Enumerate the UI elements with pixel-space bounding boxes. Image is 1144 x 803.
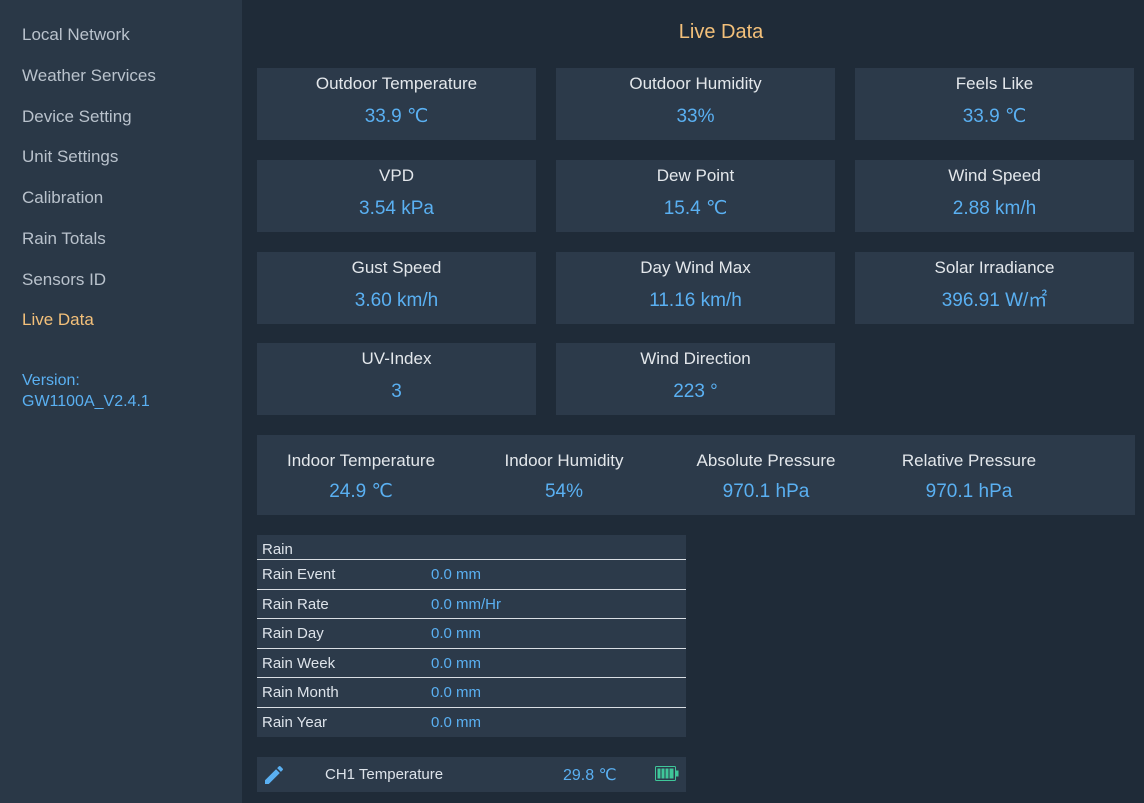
rain-row-label: Rain Year [262, 713, 328, 731]
rain-row-label: Rain Day [262, 625, 324, 642]
card-gust-speed: Gust Speed 3.60 km/h [257, 252, 536, 324]
card-feels-like: Feels Like 33.9 ℃ [855, 68, 1134, 140]
card-value: 2.88 km/h [952, 198, 1037, 219]
indoor-temperature: Indoor Temperature 24.9 ℃ [281, 435, 441, 515]
table-row: Rain Day 0.0 mm [257, 619, 686, 649]
indoor-value: 24.9 ℃ [329, 481, 393, 502]
rain-header-label: Rain [262, 541, 293, 558]
card-day-wind-max: Day Wind Max 11.16 km/h [556, 252, 835, 324]
sidebar: Local Network Weather Services Device Se… [0, 0, 242, 803]
card-value: 3.60 km/h [354, 290, 439, 311]
card-outdoor-temperature: Outdoor Temperature 33.9 ℃ [257, 68, 536, 140]
card-label: Day Wind Max [640, 258, 751, 277]
card-outdoor-humidity: Outdoor Humidity 33% [556, 68, 835, 140]
card-label: UV-Index [361, 349, 432, 368]
card-value: 3 [391, 381, 402, 402]
card-value: 3.54 kPa [359, 198, 434, 219]
card-label: Gust Speed [351, 258, 442, 277]
indoor-value: 54% [544, 481, 584, 502]
version-label: Version: [22, 372, 80, 389]
channel-sensor-row: CH1 Temperature 29.8 ℃ [257, 757, 686, 792]
sidebar-item-weather-services[interactable]: Weather Services [22, 66, 156, 86]
card-label: Wind Speed [948, 166, 1041, 185]
card-value: 33.9 ℃ [962, 106, 1027, 127]
sidebar-item-calibration[interactable]: Calibration [22, 188, 103, 208]
table-row: Rain Year 0.0 mm [257, 708, 686, 738]
sidebar-item-device-setting[interactable]: Device Setting [22, 107, 132, 127]
card-wind-direction: Wind Direction 223 ° [556, 343, 835, 415]
page-title: Live Data [678, 21, 764, 43]
card-uv-index: UV-Index 3 [257, 343, 536, 415]
sidebar-item-unit-settings[interactable]: Unit Settings [22, 147, 118, 167]
sidebar-item-sensors-id[interactable]: Sensors ID [22, 270, 106, 290]
rain-row-label: Rain Rate [262, 595, 329, 613]
indoor-value: 970.1 hPa [925, 481, 1013, 502]
indoor-label: Absolute Pressure [696, 451, 836, 470]
version-value: GW1100A_V2.4.1 [22, 393, 150, 410]
card-label: VPD [379, 166, 414, 185]
rain-row-value: 0.0 mm/Hr [431, 595, 502, 613]
indoor-panel: Indoor Temperature 24.9 ℃ Indoor Humidit… [257, 435, 1135, 515]
rain-table-header: Rain [257, 535, 686, 560]
card-label: Feels Like [955, 74, 1034, 93]
card-solar-irradiance: Solar Irradiance 396.91 W/㎡ [855, 252, 1134, 324]
card-value: 396.91 W/㎡ [941, 290, 1048, 311]
indoor-label: Relative Pressure [901, 451, 1037, 470]
channel-value: 29.8 ℃ [563, 767, 617, 784]
card-wind-speed: Wind Speed 2.88 km/h [855, 160, 1134, 232]
sidebar-item-rain-totals[interactable]: Rain Totals [22, 229, 106, 249]
table-row: Rain Week 0.0 mm [257, 649, 686, 678]
table-row: Rain Rate 0.0 mm/Hr [257, 590, 686, 619]
indoor-label: Indoor Humidity [504, 451, 624, 470]
card-label: Dew Point [656, 166, 735, 185]
indoor-humidity: Indoor Humidity 54% [485, 435, 643, 515]
rain-row-value: 0.0 mm [431, 566, 482, 583]
rain-row-value: 0.0 mm [431, 625, 482, 642]
card-dew-point: Dew Point 15.4 ℃ [556, 160, 835, 232]
card-value: 33.9 ℃ [364, 106, 429, 127]
indoor-label: Indoor Temperature [286, 451, 436, 470]
rain-row-value: 0.0 mm [431, 713, 482, 731]
indoor-value: 970.1 hPa [722, 481, 810, 502]
sidebar-item-live-data[interactable]: Live Data [22, 310, 94, 330]
rain-row-label: Rain Week [262, 654, 336, 672]
card-vpd: VPD 3.54 kPa [257, 160, 536, 232]
relative-pressure: Relative Pressure 970.1 hPa [889, 435, 1049, 515]
channel-label: CH1 Temperature [325, 766, 444, 783]
card-label: Wind Direction [640, 349, 751, 368]
absolute-pressure: Absolute Pressure 970.1 hPa [687, 435, 845, 515]
card-label: Outdoor Temperature [315, 74, 478, 93]
table-row: Rain Month 0.0 mm [257, 678, 686, 708]
rain-row-value: 0.0 mm [431, 654, 482, 672]
card-label: Outdoor Humidity [629, 74, 762, 93]
card-value: 11.16 km/h [649, 290, 742, 311]
card-label: Solar Irradiance [934, 258, 1055, 277]
rain-table: Rain Rain Event 0.0 mm Rain Rate 0.0 mm/… [257, 535, 686, 737]
rain-row-value: 0.0 mm [431, 684, 482, 701]
card-value: 223 ° [673, 381, 718, 402]
rain-row-label: Rain Event [262, 566, 336, 583]
battery-full-icon [655, 766, 679, 781]
table-row: Rain Event 0.0 mm [257, 560, 686, 590]
sidebar-item-local-network[interactable]: Local Network [22, 25, 130, 45]
pencil-icon[interactable] [262, 763, 286, 787]
card-value: 33% [676, 106, 715, 127]
rain-row-label: Rain Month [262, 684, 339, 701]
card-value: 15.4 ℃ [663, 198, 728, 219]
